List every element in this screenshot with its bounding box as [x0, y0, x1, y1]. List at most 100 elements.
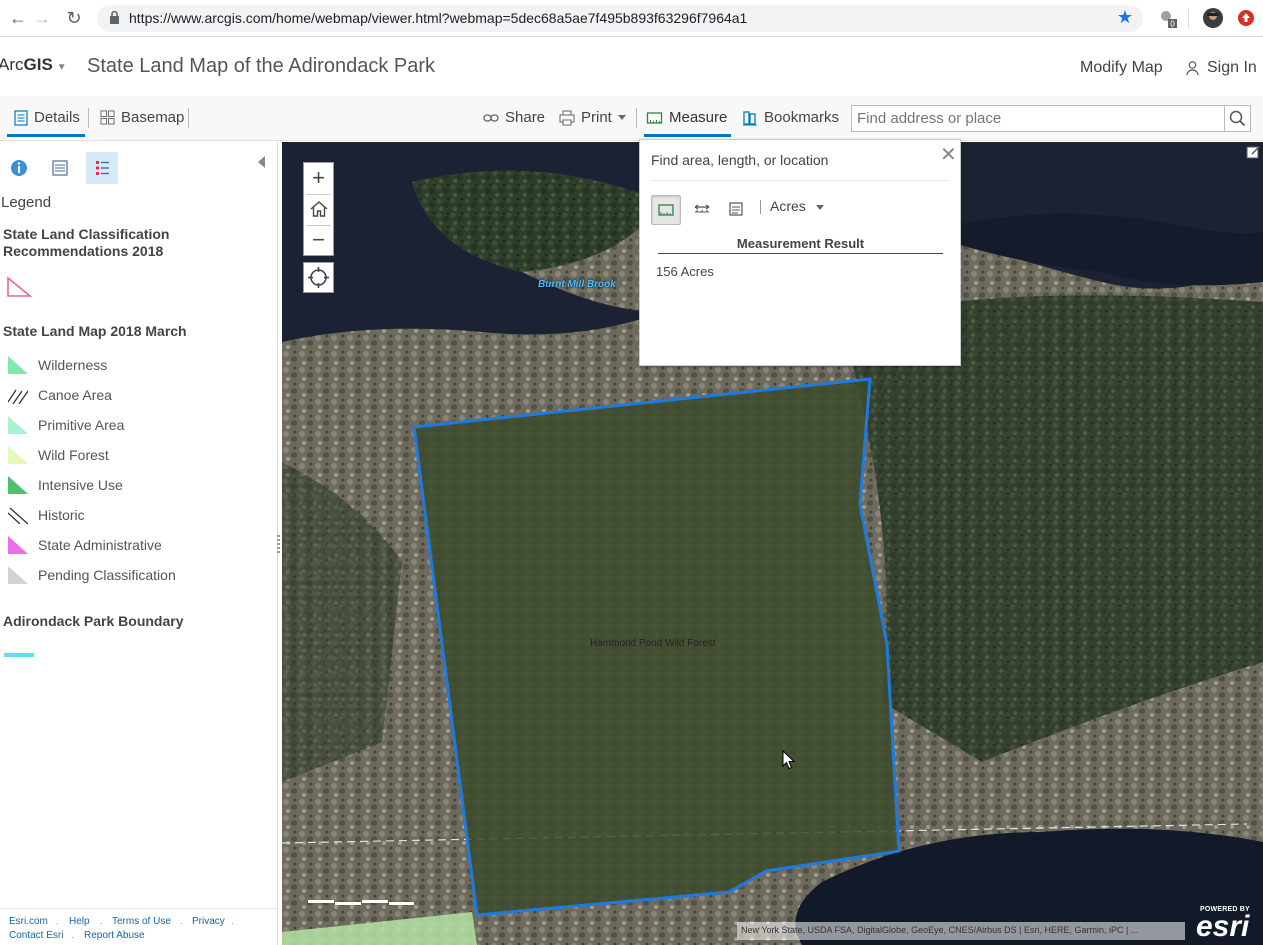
print-button[interactable]: Print [559, 109, 626, 126]
reload-icon[interactable]: ↻ [62, 6, 86, 30]
legend-label: Intensive Use [38, 477, 123, 493]
details-button[interactable]: Details [14, 109, 80, 126]
legend-swatch [8, 416, 28, 434]
search-button[interactable] [1224, 105, 1251, 132]
terms-link[interactable]: Terms of Use [112, 916, 171, 927]
page-title: State Land Map of the Adirondack Park [87, 55, 435, 77]
details-icon [14, 109, 28, 126]
measure-button[interactable]: Measure [646, 109, 727, 126]
sidebar-footer: Esri.com . Help . Terms of Use . Privacy… [0, 908, 278, 945]
tab-content[interactable] [44, 152, 76, 184]
measure-label: Measure [669, 109, 728, 126]
chevron-down-icon: ▼ [56, 62, 67, 73]
measurement-result-value: 156 Acres [656, 264, 714, 279]
legend-label: State Administrative [38, 537, 162, 553]
tab-about[interactable] [3, 152, 35, 184]
home-icon [310, 201, 327, 217]
profile-avatar[interactable] [1203, 8, 1223, 28]
search-input[interactable] [851, 105, 1225, 132]
zoom-control: + − [303, 162, 334, 256]
details-active-indicator [7, 134, 85, 137]
locate-icon [308, 267, 329, 288]
home-button[interactable] [304, 194, 333, 224]
sign-in-link[interactable]: Sign In [1186, 59, 1257, 77]
help-link[interactable]: Help [69, 916, 90, 927]
recommendation-swatch [7, 276, 32, 297]
legend-item: Intensive Use [8, 475, 123, 495]
legend-label: Canoe Area [38, 387, 112, 403]
content-icon [52, 160, 68, 176]
footer-dot: . [56, 916, 59, 927]
toolbar-divider [88, 108, 89, 128]
location-icon [729, 202, 743, 216]
modify-map-link[interactable]: Modify Map [1080, 59, 1163, 77]
measure-divider [651, 180, 949, 181]
toolbar-divider [188, 108, 189, 128]
info-icon [11, 160, 27, 176]
location-tool-button[interactable] [722, 195, 752, 225]
legend-swatch [8, 566, 28, 584]
distance-icon [694, 204, 710, 213]
area-tool-button[interactable] [651, 195, 681, 225]
edit-icon[interactable] [1246, 144, 1261, 159]
lock-icon [110, 11, 119, 24]
search-icon [1229, 110, 1246, 127]
sidebar: Legend State Land Classification Recomme… [0, 142, 278, 945]
arcgis-menu[interactable]: ArcGIS ▼ [0, 55, 67, 75]
legend-swatch [8, 389, 28, 404]
zoom-out-button[interactable]: − [304, 225, 333, 255]
extension-icon[interactable]: 0 [1158, 8, 1178, 28]
print-label: Print [581, 109, 612, 126]
collapse-sidebar-icon[interactable] [258, 156, 265, 168]
unit-divider [760, 200, 761, 214]
legend-item: State Administrative [8, 535, 162, 555]
area-icon [658, 204, 674, 216]
printer-icon [559, 110, 575, 125]
legend-item: Historic [8, 505, 85, 525]
legend-item: Wild Forest [8, 445, 109, 465]
layer-title: State Land Classification Recommendation… [3, 226, 170, 259]
footer-dot: . [231, 916, 234, 927]
unit-select[interactable]: Acres [770, 198, 806, 214]
zoom-in-button[interactable]: + [304, 163, 333, 193]
user-icon [1186, 60, 1199, 75]
basemap-button[interactable]: Basemap [100, 109, 184, 126]
legend-label: Wilderness [38, 357, 108, 373]
footer-dot: . [180, 916, 183, 927]
sidebar-splitter[interactable] [277, 535, 280, 553]
bookmarks-label: Bookmarks [764, 109, 840, 126]
share-button[interactable]: Share [483, 109, 545, 126]
map-attribution: New York State, USDA FSA, DigitalGlobe, … [737, 922, 1185, 940]
locate-button[interactable] [303, 262, 334, 293]
basemap-label: Basemap [121, 109, 185, 126]
app-header: ArcGIS ▼ State Land Map of the Adirondack… [0, 38, 1263, 96]
address-bar[interactable]: https://www.arcgis.com/home/webmap/viewe… [97, 5, 1143, 32]
contact-link[interactable]: Contact Esri [9, 930, 63, 941]
share-label: Share [505, 109, 546, 126]
bookmark-star-icon[interactable]: ★ [1117, 7, 1133, 28]
legend-label: Wild Forest [38, 447, 109, 463]
back-icon[interactable]: ← [6, 6, 30, 30]
report-abuse-link[interactable]: Report Abuse [84, 930, 145, 941]
close-icon[interactable]: ✕ [940, 142, 957, 167]
tab-legend[interactable] [86, 152, 118, 184]
esri-link[interactable]: Esri.com [9, 916, 48, 927]
privacy-link[interactable]: Privacy [192, 916, 225, 927]
url-text: https://www.arcgis.com/home/webmap/viewe… [129, 10, 748, 26]
esri-logo[interactable]: esri [1196, 910, 1249, 944]
distance-tool-button[interactable] [688, 195, 718, 225]
chevron-down-icon[interactable] [816, 205, 824, 210]
extension-badge: 0 [1170, 20, 1175, 29]
link-icon [483, 113, 499, 122]
chevron-down-icon [617, 115, 626, 120]
mouse-cursor-icon [782, 750, 796, 770]
sidebar-tabs [0, 152, 278, 184]
update-icon[interactable] [1236, 8, 1256, 28]
chrome-divider [1188, 9, 1189, 29]
scale-bar [308, 900, 414, 905]
legend-swatch [8, 536, 28, 554]
forward-icon[interactable]: → [30, 6, 54, 30]
footer-dot: . [71, 930, 74, 941]
toolbar-divider [636, 108, 637, 128]
bookmarks-button[interactable]: Bookmarks [742, 109, 839, 126]
